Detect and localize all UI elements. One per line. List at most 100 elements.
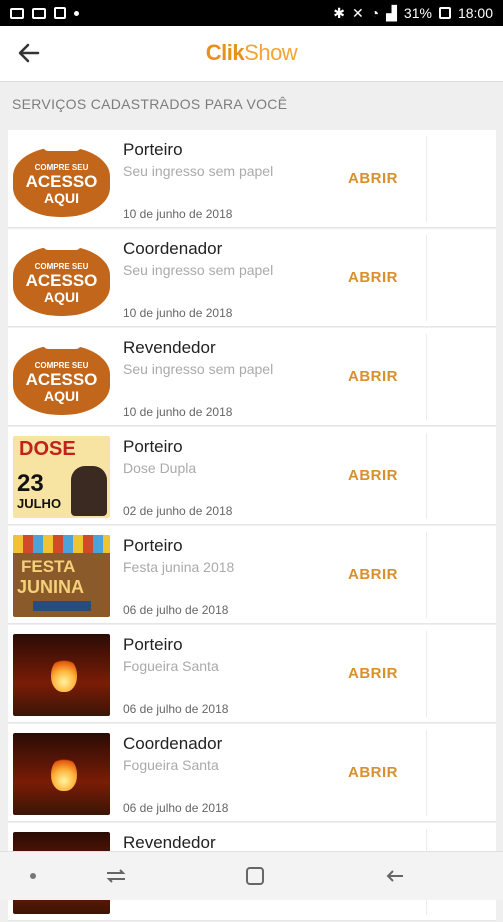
mini-logo (43, 240, 81, 250)
thumb-text-line: COMPRE SEU (34, 361, 89, 370)
logo-part-2: Show (244, 40, 298, 65)
recent-apps-icon (106, 869, 126, 883)
back-icon (386, 870, 403, 882)
row-divider (426, 631, 427, 717)
mini-logo (43, 339, 81, 349)
status-bar-right: ✱ ✕ ◔ ▟ 31% 18:00 (333, 5, 493, 22)
list-item[interactable]: COMPRE SEU ACESSO AQUI Revendedor Seu ingres… (8, 328, 496, 426)
section-title: SERVIÇOS CADASTRADOS PARA VOCÊ (12, 96, 288, 112)
thumb-text-line: JULHO (17, 496, 62, 511)
thumb-text-line: COMPRE SEU (34, 163, 89, 172)
mini-logo (43, 141, 81, 151)
thumb-text-line: ACESSO (25, 370, 98, 389)
nav-dot-icon[interactable] (30, 873, 36, 879)
fire-image (51, 757, 77, 791)
list-item[interactable]: Porteiro Fogueira Santa 06 de julho de 201… (8, 625, 496, 723)
event-thumbnail (13, 634, 110, 716)
app-bar: ClikShow (0, 26, 503, 82)
list-item[interactable]: FESTA JUNINA Porteiro Festa junina 2018 06 d… (8, 526, 496, 624)
row-divider (426, 334, 427, 420)
home-icon (246, 867, 264, 885)
thumb-text-line: 23 (17, 470, 44, 497)
service-role: Porteiro (123, 437, 183, 456)
open-button[interactable]: ABRIR (348, 467, 398, 484)
list-item[interactable]: Coordenador Fogueira Santa 06 de julho de … (8, 724, 496, 822)
event-thumbnail: COMPRE SEU ACESSO AQUI (13, 238, 110, 320)
event-name: Dose Dupla (123, 460, 197, 476)
status-bar-left (10, 7, 79, 19)
thumb-text-line: FESTA (21, 557, 76, 576)
event-date: 10 de junho de 2018 (123, 207, 233, 221)
event-name: Fogueira Santa (123, 757, 219, 773)
battery-icon (438, 7, 451, 19)
thumb-text-line: COMPRE SEU (34, 262, 89, 271)
service-role: Porteiro (123, 635, 183, 654)
recent-apps-button[interactable] (104, 864, 128, 888)
row-divider (426, 136, 427, 222)
event-name: Seu ingresso sem papel (123, 262, 274, 278)
system-nav-bar (0, 851, 503, 900)
status-bar: ✱ ✕ ◔ ▟ 31% 18:00 (0, 0, 503, 26)
thumb-banner (33, 601, 91, 611)
thumb-text-line: DOSE (19, 438, 76, 460)
list-item[interactable]: COMPRE SEU ACESSO AQUI Porteiro Seu ingresso… (8, 130, 496, 228)
list-item[interactable]: COMPRE SEU ACESSO AQUI Coordenador Seu ingre… (8, 229, 496, 327)
image-icon (32, 7, 46, 19)
row-divider (426, 235, 427, 321)
services-list: COMPRE SEU ACESSO AQUI Porteiro Seu ingresso… (8, 130, 496, 922)
row-divider (426, 433, 427, 519)
thumb-text-line: AQUI (44, 190, 79, 206)
thumb-figure (71, 466, 107, 516)
service-role: Porteiro (123, 536, 183, 555)
service-role: Porteiro (123, 140, 183, 159)
event-date: 06 de julho de 2018 (123, 702, 229, 716)
dot-icon (74, 10, 79, 16)
open-button[interactable]: ABRIR (348, 764, 398, 781)
open-button[interactable]: ABRIR (348, 368, 398, 385)
event-thumbnail: COMPRE SEU ACESSO AQUI (13, 337, 110, 419)
mute-icon: ✕ (351, 4, 364, 21)
event-thumbnail: DOSE 23 JULHO (13, 436, 110, 518)
battery-text: 31% (403, 5, 432, 21)
tv-icon (10, 7, 24, 19)
event-date: 06 de julho de 2018 (123, 603, 229, 617)
home-button[interactable] (243, 864, 267, 888)
open-button[interactable]: ABRIR (348, 269, 398, 286)
row-divider (426, 532, 427, 618)
clock: 18:00 (457, 5, 493, 21)
event-date: 06 de julho de 2018 (123, 801, 229, 815)
event-thumbnail: COMPRE SEU ACESSO AQUI (13, 139, 110, 221)
service-role: Coordenador (123, 734, 223, 753)
thumb-text-line: AQUI (44, 289, 79, 305)
logo-part-1: Clik (205, 40, 245, 65)
thumb-flags (13, 535, 110, 553)
event-thumbnail (13, 733, 110, 815)
signal-icon: ▟ (386, 4, 397, 21)
bluetooth-icon: ✱ (333, 4, 345, 21)
event-name: Fogueira Santa (123, 658, 219, 674)
event-name: Seu ingresso sem papel (123, 361, 274, 377)
open-button[interactable]: ABRIR (348, 566, 398, 583)
system-back-button[interactable] (383, 864, 407, 888)
open-button[interactable]: ABRIR (348, 170, 398, 187)
service-role: Revendedor (123, 833, 216, 852)
event-name: Seu ingresso sem papel (123, 163, 274, 179)
fire-image (51, 658, 77, 692)
event-thumbnail: FESTA JUNINA (13, 535, 110, 617)
event-date: 02 de junho de 2018 (123, 504, 233, 518)
wifi-icon: ◔ (370, 5, 380, 21)
thumb-text-line: AQUI (44, 388, 79, 404)
thumb-text-line: ACESSO (25, 271, 98, 290)
thumb-text-line: JUNINA (17, 577, 85, 597)
service-role: Coordenador (123, 239, 223, 258)
box-icon (54, 7, 66, 19)
event-date: 10 de junho de 2018 (123, 405, 233, 419)
open-button[interactable]: ABRIR (348, 665, 398, 682)
app-logo: ClikShow (0, 40, 503, 66)
service-role: Revendedor (123, 338, 216, 357)
event-name: Festa junina 2018 (123, 559, 235, 575)
row-divider (426, 730, 427, 816)
list-item[interactable]: DOSE 23 JULHO Porteiro Dose Dupla 02 de junho… (8, 427, 496, 525)
event-date: 10 de junho de 2018 (123, 306, 233, 320)
thumb-text-line: ACESSO (25, 172, 98, 191)
